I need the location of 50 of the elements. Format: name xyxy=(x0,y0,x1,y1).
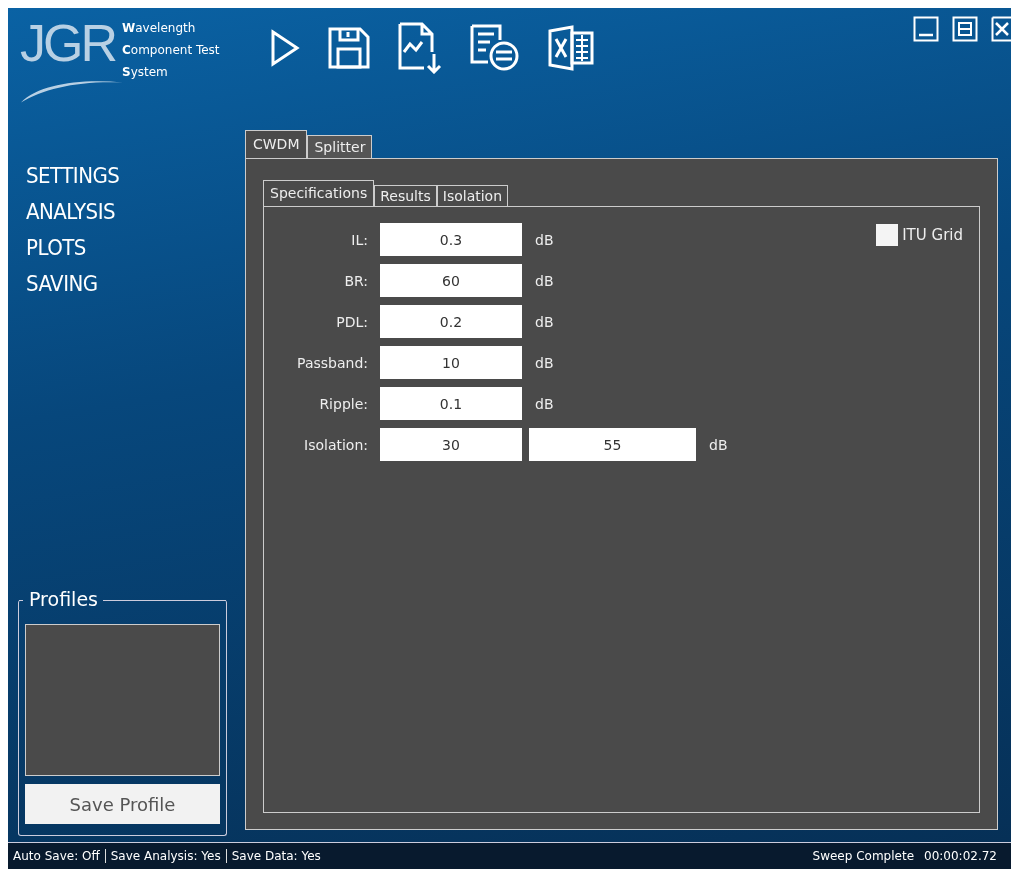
save-profile-button[interactable]: Save Profile xyxy=(25,784,220,824)
product-name-line: Wavelength xyxy=(122,20,197,37)
nav-item[interactable]: SETTINGS xyxy=(26,158,120,194)
close-icon[interactable] xyxy=(991,16,1011,42)
field-label: Isolation: xyxy=(303,436,368,453)
field-label: Ripple: xyxy=(318,395,368,412)
nav-item[interactable]: ANALYSIS xyxy=(26,194,116,230)
status-text: Sweep Complete xyxy=(811,849,915,863)
tab[interactable]: Results xyxy=(374,185,437,206)
unit-label: dB xyxy=(535,354,555,371)
elapsed-time: 00:00:02.72 xyxy=(923,849,998,863)
input-field[interactable]: 10 xyxy=(380,346,522,379)
logo-mark: JGR xyxy=(20,13,117,74)
status-item: Save Analysis: Yes xyxy=(104,849,226,863)
save-icon[interactable] xyxy=(328,27,370,69)
tab[interactable]: CWDM xyxy=(245,130,308,158)
unit-label: dB xyxy=(535,395,555,412)
checkbox-label: ITU Grid xyxy=(902,226,963,244)
unit-label: dB xyxy=(535,231,555,248)
status-item: Save Data: Yes xyxy=(225,849,326,863)
excel-icon[interactable] xyxy=(548,25,594,71)
input-field[interactable]: 30 xyxy=(380,428,522,461)
unit-label: dB xyxy=(709,436,729,453)
profiles-title: Profiles xyxy=(28,587,99,611)
tab[interactable]: Splitter xyxy=(307,135,373,158)
unit-label: dB xyxy=(535,272,555,289)
unit-label: dB xyxy=(535,313,555,330)
input-field[interactable]: 60 xyxy=(380,264,522,297)
tab[interactable]: Specifications xyxy=(263,180,375,206)
play-icon[interactable] xyxy=(270,28,300,68)
restore-icon[interactable] xyxy=(952,16,978,42)
field-label: Passband: xyxy=(296,354,368,371)
profiles-list[interactable] xyxy=(25,624,220,776)
minimize-icon[interactable] xyxy=(913,16,939,42)
tab[interactable]: Isolation xyxy=(436,185,509,206)
input-field[interactable]: 0.3 xyxy=(380,223,522,256)
product-name-line: System xyxy=(122,64,169,81)
checkbox[interactable] xyxy=(876,224,899,246)
product-name-line: Component Test xyxy=(122,42,220,59)
document-minus-icon[interactable] xyxy=(470,24,520,72)
field-label: IL: xyxy=(350,231,368,248)
input-field[interactable]: 55 xyxy=(529,428,696,461)
field-label: PDL: xyxy=(335,313,368,330)
chart-download-icon[interactable] xyxy=(398,22,442,74)
input-field[interactable]: 0.1 xyxy=(380,387,522,420)
field-label: BR: xyxy=(343,272,368,289)
status-item: Auto Save: Off xyxy=(12,849,101,863)
nav-item[interactable]: SAVING xyxy=(26,266,98,302)
nav-item[interactable]: PLOTS xyxy=(26,230,86,266)
input-field[interactable]: 0.2 xyxy=(380,305,522,338)
